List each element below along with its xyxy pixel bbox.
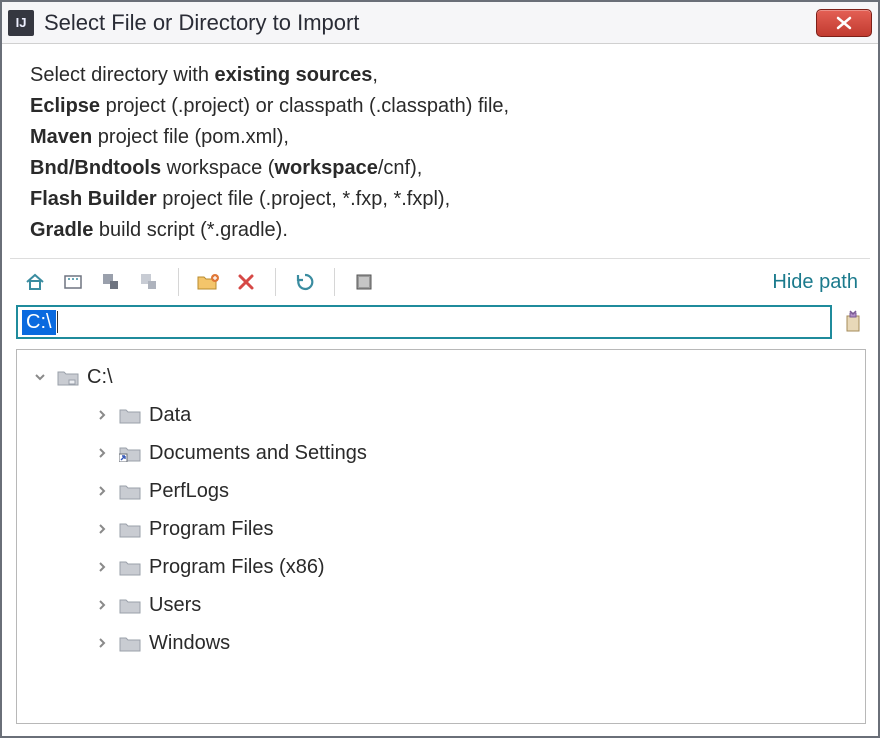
toolbar-separator: [178, 268, 179, 296]
folder-icon: [119, 632, 141, 654]
tree-item-label: Program Files: [149, 518, 273, 541]
tree-item[interactable]: Documents and Settings: [21, 434, 861, 472]
tree-item[interactable]: Program Files: [21, 510, 861, 548]
tree-item[interactable]: Program Files (x86): [21, 548, 861, 586]
instructions-text: Select directory with existing sources, …: [2, 44, 878, 258]
tree-root-label: C:\: [87, 366, 113, 389]
chevron-right-icon[interactable]: [93, 522, 111, 536]
tree-item-label: PerfLogs: [149, 480, 229, 503]
tree-item-label: Windows: [149, 632, 230, 655]
new-folder-icon: [196, 272, 220, 292]
toolbar-separator: [275, 268, 276, 296]
close-button[interactable]: [816, 9, 872, 37]
module-icon: [100, 271, 122, 293]
folder-shortcut-icon: [119, 442, 141, 464]
tree-item-label: Program Files (x86): [149, 556, 325, 579]
module-button[interactable]: [94, 265, 128, 299]
window-title: Select File or Directory to Import: [44, 10, 359, 36]
tree-item[interactable]: Data: [21, 396, 861, 434]
tree-item-label: Users: [149, 594, 201, 617]
history-button[interactable]: [840, 309, 866, 335]
delete-icon: [236, 272, 256, 292]
titlebar: IJ Select File or Directory to Import: [2, 2, 878, 44]
close-icon: [834, 16, 854, 30]
drive-icon: [57, 366, 79, 388]
tree-root-row[interactable]: C:\: [21, 358, 861, 396]
tree-item[interactable]: PerfLogs: [21, 472, 861, 510]
path-input-value: C:\: [22, 310, 56, 335]
home-icon: [24, 271, 46, 293]
chevron-down-icon[interactable]: [31, 370, 49, 384]
project-button[interactable]: [56, 265, 90, 299]
chevron-right-icon[interactable]: [93, 560, 111, 574]
chevron-right-icon[interactable]: [93, 636, 111, 650]
chevron-right-icon[interactable]: [93, 484, 111, 498]
show-hidden-button[interactable]: [347, 265, 381, 299]
chevron-right-icon[interactable]: [93, 446, 111, 460]
show-hidden-icon: [353, 271, 375, 293]
clipboard-icon: [842, 310, 864, 334]
new-folder-button[interactable]: [191, 265, 225, 299]
folder-icon: [119, 594, 141, 616]
path-input[interactable]: C:\: [16, 305, 832, 339]
folder-icon: [119, 556, 141, 578]
app-icon: IJ: [8, 10, 34, 36]
path-row: C:\: [2, 305, 878, 345]
hide-path-link[interactable]: Hide path: [772, 271, 868, 294]
file-tree[interactable]: C:\ Data Documents and Settings PerfLogs Pr…: [16, 349, 866, 724]
dialog-window: IJ Select File or Directory to Import Se…: [0, 0, 880, 738]
project-icon: [62, 271, 84, 293]
module-group-button[interactable]: [132, 265, 166, 299]
module-group-icon: [138, 271, 160, 293]
home-button[interactable]: [18, 265, 52, 299]
tree-item[interactable]: Users: [21, 586, 861, 624]
folder-icon: [119, 480, 141, 502]
folder-icon: [119, 404, 141, 426]
tree-item-label: Data: [149, 404, 191, 427]
folder-icon: [119, 518, 141, 540]
tree-item[interactable]: Windows: [21, 624, 861, 662]
tree-item-label: Documents and Settings: [149, 442, 367, 465]
refresh-icon: [294, 271, 316, 293]
toolbar-separator: [334, 268, 335, 296]
chevron-right-icon[interactable]: [93, 598, 111, 612]
toolbar: Hide path: [2, 259, 878, 305]
chevron-right-icon[interactable]: [93, 408, 111, 422]
delete-button[interactable]: [229, 265, 263, 299]
refresh-button[interactable]: [288, 265, 322, 299]
